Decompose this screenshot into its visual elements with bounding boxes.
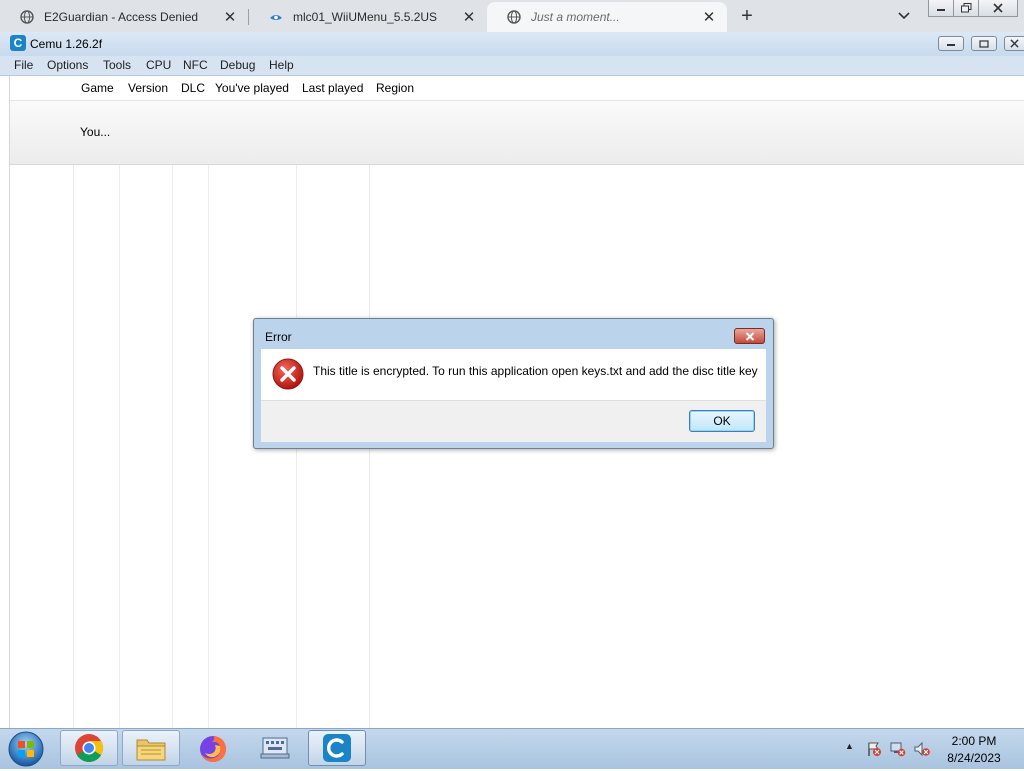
dialog-body: This title is encrypted. To run this app… bbox=[261, 349, 766, 400]
menu-help[interactable]: Help bbox=[269, 58, 294, 72]
file-explorer-icon bbox=[136, 739, 166, 761]
start-button[interactable] bbox=[6, 730, 46, 768]
close-icon bbox=[1010, 39, 1019, 48]
maximize-icon bbox=[979, 39, 989, 48]
tab-title: mlc01_WiiUMenu_5.5.2US bbox=[293, 10, 438, 24]
ok-button[interactable]: OK bbox=[689, 410, 755, 432]
list-item-label: You... bbox=[80, 125, 111, 139]
taskbar-keyboard-button[interactable] bbox=[250, 732, 300, 766]
error-dialog: Error This title is encrypted. To run th… bbox=[253, 318, 774, 449]
list-item[interactable]: You... bbox=[10, 101, 1024, 165]
menu-debug[interactable]: Debug bbox=[220, 58, 255, 72]
globe-icon bbox=[20, 10, 34, 24]
chrome-icon bbox=[75, 734, 103, 762]
minimize-icon bbox=[937, 9, 945, 11]
browser-minimize-button[interactable] bbox=[928, 0, 954, 17]
menu-nfc[interactable]: NFC bbox=[183, 58, 208, 72]
minimize-icon bbox=[947, 43, 955, 46]
column-divider bbox=[119, 165, 120, 728]
show-hidden-icons-button[interactable]: ▲ bbox=[845, 741, 854, 751]
menu-options[interactable]: Options bbox=[47, 58, 88, 72]
tab-title: Just a moment... bbox=[531, 10, 620, 24]
column-version[interactable]: Version bbox=[128, 81, 168, 95]
cemu-maximize-button[interactable] bbox=[971, 36, 997, 51]
network-icon[interactable] bbox=[890, 741, 906, 757]
column-divider bbox=[208, 165, 209, 728]
menu-tools[interactable]: Tools bbox=[103, 58, 131, 72]
tab-mlc01-wiiumenu[interactable]: mlc01_WiiUMenu_5.5.2US ✕ bbox=[249, 2, 487, 32]
tab-close-button[interactable]: ✕ bbox=[222, 8, 238, 26]
menu-cpu[interactable]: CPU bbox=[146, 58, 171, 72]
error-icon bbox=[272, 358, 304, 390]
column-youve-played[interactable]: You've played bbox=[215, 81, 289, 95]
tab-e2guardian[interactable]: E2Guardian - Access Denied ✕ bbox=[0, 2, 248, 32]
tab-close-button[interactable]: ✕ bbox=[461, 8, 477, 26]
column-divider bbox=[73, 165, 74, 728]
clock-time[interactable]: 2:00 PM bbox=[930, 734, 1018, 748]
close-icon bbox=[745, 331, 754, 341]
menu-bar: File Options Tools CPU NFC Debug Help bbox=[0, 56, 1024, 76]
column-region[interactable]: Region bbox=[376, 81, 414, 95]
new-tab-button[interactable]: + bbox=[736, 5, 758, 27]
cemu-minimize-button[interactable] bbox=[938, 36, 964, 51]
dialog-title: Error bbox=[265, 330, 292, 344]
column-game[interactable]: Game bbox=[81, 81, 114, 95]
taskbar-firefox-button[interactable] bbox=[188, 732, 238, 766]
cemu-logo-icon: C bbox=[10, 35, 26, 51]
firefox-icon bbox=[200, 736, 226, 762]
volume-muted-icon[interactable] bbox=[914, 741, 930, 757]
globe-icon bbox=[507, 10, 521, 24]
cemu-window-titlebar: C Cemu 1.26.2f bbox=[0, 32, 1024, 56]
start-orb-icon bbox=[8, 731, 44, 767]
browser-tab-strip: E2Guardian - Access Denied ✕ mlc01_WiiUM… bbox=[0, 0, 1024, 32]
window-title: Cemu 1.26.2f bbox=[30, 37, 103, 51]
browser-restore-button[interactable] bbox=[953, 0, 979, 17]
tab-close-button[interactable]: ✕ bbox=[701, 8, 717, 26]
column-last-played[interactable]: Last played bbox=[302, 81, 363, 95]
menu-file[interactable]: File bbox=[14, 58, 33, 72]
cemu-close-button[interactable] bbox=[1004, 36, 1024, 51]
taskbar-chrome-button[interactable] bbox=[60, 730, 118, 766]
cemu-icon bbox=[323, 734, 351, 762]
tab-just-a-moment[interactable]: Just a moment... ✕ bbox=[487, 2, 727, 32]
on-screen-keyboard-icon bbox=[260, 737, 290, 759]
taskbar-explorer-button[interactable] bbox=[122, 730, 180, 766]
tab-title: E2Guardian - Access Denied bbox=[44, 10, 199, 24]
browser-close-button[interactable] bbox=[978, 0, 1018, 17]
column-dlc[interactable]: DLC bbox=[181, 81, 205, 95]
tab-search-chevron-icon[interactable] bbox=[896, 8, 912, 24]
cemu-site-icon bbox=[269, 10, 283, 24]
column-divider bbox=[172, 165, 173, 728]
taskbar: ▲ 2:00 PM 8/24/2023 bbox=[0, 728, 1024, 769]
clock-date[interactable]: 8/24/2023 bbox=[930, 751, 1018, 765]
dialog-close-button[interactable] bbox=[734, 328, 765, 344]
restore-icon bbox=[960, 3, 971, 13]
dialog-footer: OK bbox=[261, 400, 766, 442]
close-icon bbox=[993, 3, 1003, 13]
action-center-flag-icon[interactable] bbox=[866, 741, 882, 757]
taskbar-cemu-button[interactable] bbox=[308, 730, 366, 766]
dialog-message: This title is encrypted. To run this app… bbox=[313, 364, 758, 378]
game-list-header: Game Version DLC You've played Last play… bbox=[10, 76, 1024, 101]
